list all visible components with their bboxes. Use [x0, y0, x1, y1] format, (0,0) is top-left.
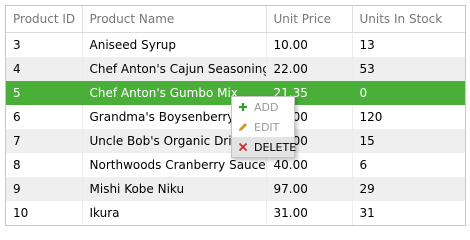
- cell-units-in-stock: 0: [352, 81, 465, 105]
- pencil-icon: [238, 122, 248, 132]
- column-header-product-id[interactable]: Product ID: [6, 6, 83, 33]
- cell-product-id: 4: [6, 57, 83, 81]
- cell-units-in-stock: 15: [352, 129, 465, 153]
- column-header-unit-price[interactable]: Unit Price: [266, 6, 353, 33]
- context-menu-edit-label: EDIT: [254, 120, 280, 134]
- context-menu-add[interactable]: ADD: [232, 97, 294, 117]
- context-menu-delete[interactable]: DELETE: [232, 137, 297, 157]
- cell-unit-price: 10.00: [266, 32, 353, 57]
- plus-icon: [238, 102, 248, 112]
- cell-units-in-stock: 13: [359, 38, 375, 52]
- context-menu-add-label: ADD: [254, 100, 279, 114]
- cell-product-id: 6: [6, 105, 83, 129]
- table-row[interactable]: 4 Chef Anton's Cajun Seasoning 22.00 53: [6, 57, 465, 81]
- cell-product-id: 7: [6, 129, 83, 153]
- cell-units-in-stock: 31: [359, 206, 375, 220]
- cell-product-name: Ikura: [82, 201, 267, 225]
- cell-product-name: Mishi Kobe Niku: [82, 177, 267, 201]
- cell-product-name: Chef Anton's Cajun Seasoning: [82, 57, 267, 81]
- cell-product-id: 3: [6, 32, 83, 57]
- cell-product-id: 9: [6, 177, 83, 201]
- cell-product-id: 5: [6, 81, 83, 105]
- cell-units-in-stock: 53: [352, 57, 465, 81]
- close-icon: [238, 142, 248, 152]
- table-row[interactable]: 3 Aniseed Syrup 10.00 13: [6, 32, 465, 57]
- context-menu-edit[interactable]: EDIT: [232, 117, 294, 137]
- cell-product-id: 8: [6, 153, 83, 177]
- column-header-units-in-stock[interactable]: Units In Stock: [352, 6, 465, 33]
- cell-units-in-stock: 120: [359, 110, 383, 124]
- cell-unit-price: 22.00: [266, 57, 353, 81]
- cell-units-in-stock: 6: [359, 158, 368, 172]
- cell-product-id: 10: [6, 201, 83, 225]
- header-row: Product ID Product Name Unit Price Units…: [6, 6, 465, 33]
- cell-unit-price: 31.00: [266, 201, 353, 225]
- context-menu-delete-label: DELETE: [254, 140, 297, 154]
- cell-product-name: Aniseed Syrup: [82, 32, 267, 57]
- context-menu: ADD EDIT DELETE: [231, 96, 297, 158]
- table-row[interactable]: 10 Ikura 31.00 31: [6, 201, 465, 225]
- column-header-product-name[interactable]: Product Name: [82, 6, 267, 33]
- table-row[interactable]: 9 Mishi Kobe Niku 97.00 29: [6, 177, 465, 201]
- cell-units-in-stock: 29: [352, 177, 465, 201]
- cell-unit-price: 97.00: [266, 177, 353, 201]
